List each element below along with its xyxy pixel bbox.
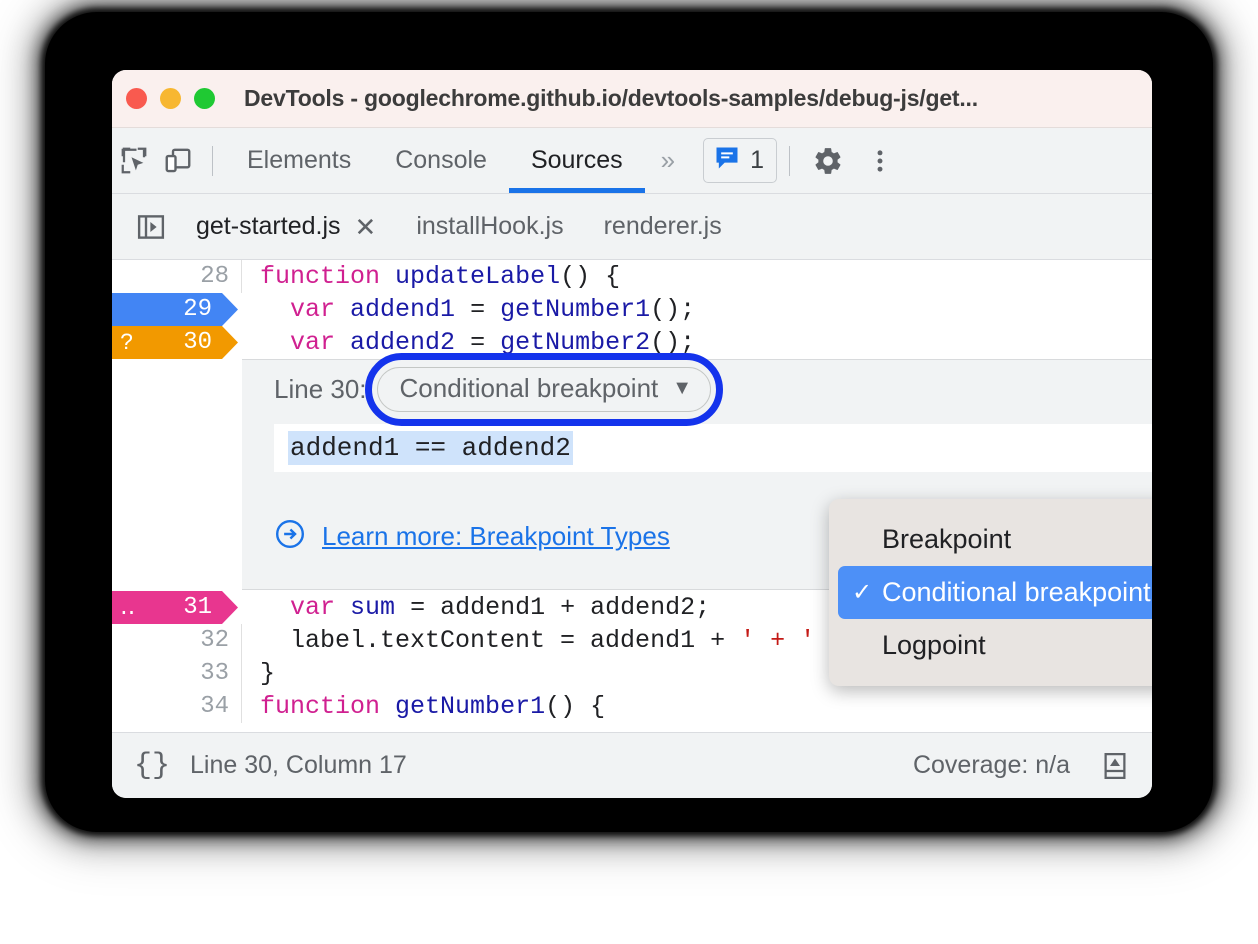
menu-item-breakpoint[interactable]: Breakpoint [838,513,1152,566]
inspect-element-icon[interactable] [112,139,156,183]
conditional-breakpoint-glyph: ? [120,329,134,356]
chevron-down-icon: ▼ [672,376,693,399]
check-icon: ✓ [852,579,873,606]
breakpoint-type-row: Line 30: Conditional breakpoint ▼ [242,352,1152,426]
close-icon[interactable]: ✕ [355,214,377,240]
logpoint-glyph: ‥ [120,595,136,621]
code-line-34-text: function getNumber1() { [260,692,606,721]
title-bar: DevTools - googlechrome.github.io/devtoo… [112,70,1152,128]
file-tab-installhook[interactable]: installHook.js [396,194,583,259]
breakpoint-condition-value: addend1 == addend2 [288,431,573,465]
logpoint-marker-pink[interactable]: ‥ 31 [112,591,238,624]
gutter-line-28[interactable]: 28 [112,260,242,293]
code-line-30: ? 30 var addend2 = getNumber2(); [112,326,1152,359]
window-title: DevTools - googlechrome.github.io/devtoo… [244,85,978,111]
arrow-circle-right-icon [274,518,306,555]
code-line-29: 29 var addend1 = getNumber1(); [112,293,1152,326]
issues-message-icon [713,144,741,177]
close-window-button[interactable] [126,88,147,109]
menu-item-label: Logpoint [882,630,986,660]
gutter-line-30[interactable]: ? 30 [112,326,242,359]
line-number: 29 [183,296,212,323]
source-code-editor[interactable]: 28 function updateLabel() { 29 var adden… [112,260,1152,732]
breakpoint-type-value: Conditional breakpoint [399,372,659,403]
file-tab-get-started[interactable]: get-started.js ✕ [176,194,396,259]
code-line-28-text: function updateLabel() { [260,262,621,291]
gear-icon[interactable] [802,135,854,187]
code-line-29-text: var addend1 = getNumber1(); [290,295,696,324]
gutter-line-33[interactable]: 33 [112,657,242,690]
devtools-window: DevTools - googlechrome.github.io/devtoo… [112,70,1152,798]
tab-console[interactable]: Console [373,128,509,193]
file-tab-renderer[interactable]: renderer.js [584,194,742,259]
tab-sources[interactable]: Sources [508,128,645,193]
three-dots-icon[interactable] [854,135,906,187]
menu-item-logpoint[interactable]: Logpoint [838,619,1152,672]
breakpoint-type-select[interactable]: Conditional breakpoint ▼ [376,366,712,412]
minimize-window-button[interactable] [160,88,181,109]
line-number: 31 [183,594,212,621]
gutter-line-34[interactable]: 34 [112,690,242,723]
menu-item-conditional-breakpoint[interactable]: ✓ Conditional breakpoint [838,566,1152,619]
code-line-28: 28 function updateLabel() { [112,260,1152,293]
menu-item-label: Conditional breakpoint [882,577,1151,607]
device-toolbar-icon[interactable] [156,139,200,183]
breakpoint-type-menu[interactable]: Breakpoint ✓ Conditional breakpoint Logp… [829,499,1152,686]
show-drawer-icon[interactable] [1094,745,1136,787]
more-panels-chevron-icon[interactable]: » [645,128,691,193]
gutter-line-31[interactable]: ‥ 31 [112,591,242,624]
tab-elements[interactable]: Elements [225,128,373,193]
issues-button[interactable]: 1 [703,138,778,183]
toolbar-divider-2 [789,145,791,176]
code-line-30-text: var addend2 = getNumber2(); [290,328,696,357]
breakpoint-condition-input[interactable]: addend1 == addend2 [274,424,1152,472]
show-navigator-icon[interactable] [126,202,176,252]
code-line-31-text: var sum = addend1 + addend2; [290,593,711,622]
devtools-main-toolbar: Elements Console Sources » 1 [112,128,1152,194]
gutter-line-29[interactable]: 29 [112,293,242,326]
file-tab-bar: get-started.js ✕ installHook.js renderer… [112,194,1152,260]
cursor-position-label: Line 30, Column 17 [190,751,407,779]
breakpoint-marker-blue[interactable]: 29 [112,293,238,326]
menu-item-label: Breakpoint [882,524,1012,554]
toolbar-divider [212,145,213,176]
conditional-breakpoint-marker-orange[interactable]: ? 30 [112,326,238,359]
file-tab-label: get-started.js [196,212,341,240]
breakpoint-type-select-wrapper: Conditional breakpoint ▼ [364,352,723,426]
coverage-label: Coverage: n/a [912,751,1070,779]
code-line-34: 34 function getNumber1() { [112,690,1152,723]
breakpoint-line-label: Line 30: [274,373,367,404]
gutter-line-32[interactable]: 32 [112,624,242,657]
issues-count-label: 1 [750,146,765,174]
editor-status-bar: {} Line 30, Column 17 Coverage: n/a [112,732,1152,798]
code-line-33-text: } [260,659,276,688]
learn-more-link[interactable]: Learn more: Breakpoint Types [322,521,670,552]
maximize-window-button[interactable] [194,88,215,109]
line-number: 30 [183,329,212,356]
pretty-print-icon[interactable]: {} [134,749,170,783]
